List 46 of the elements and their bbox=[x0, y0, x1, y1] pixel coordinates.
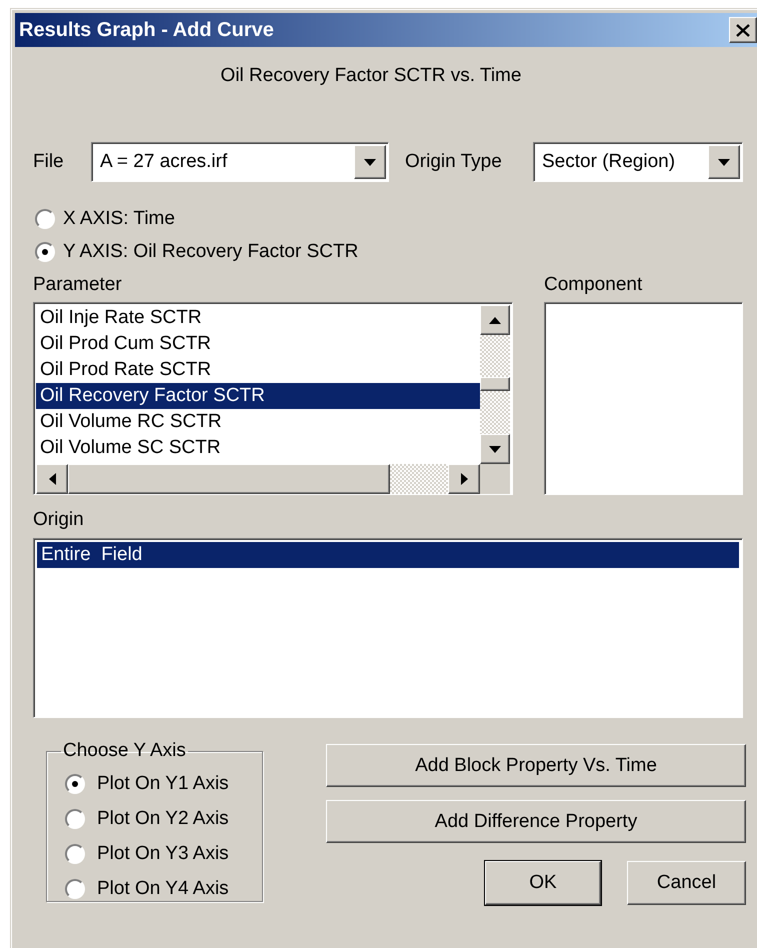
list-item[interactable]: Oil Volume RC SCTR bbox=[36, 409, 480, 435]
action-button[interactable]: Add Difference Property bbox=[326, 800, 746, 843]
scrollbar-corner bbox=[480, 464, 510, 494]
dropdown-button[interactable] bbox=[354, 145, 386, 179]
list-item[interactable]: Oil Inje Rate SCTR bbox=[36, 305, 480, 331]
y-axis-radio[interactable]: Plot On Y1 Axis bbox=[65, 766, 262, 801]
up-arrow-icon bbox=[489, 316, 501, 324]
origin-label: Origin bbox=[32, 509, 85, 531]
list-item[interactable]: Oil Prod Rate SCTR bbox=[36, 357, 480, 383]
caret-icon bbox=[364, 158, 376, 166]
right-arrow-icon bbox=[460, 473, 468, 485]
scroll-thumb[interactable] bbox=[68, 464, 390, 494]
ok-button[interactable]: OK bbox=[485, 861, 601, 905]
scroll-right-button[interactable] bbox=[448, 464, 480, 494]
axis-radio[interactable]: X AXIS: Time bbox=[35, 202, 757, 235]
caret-icon bbox=[718, 158, 730, 166]
close-button[interactable] bbox=[729, 17, 757, 43]
scroll-thumb[interactable] bbox=[480, 377, 510, 391]
component-label: Component bbox=[544, 274, 644, 296]
window-title: Results Graph - Add Curve bbox=[19, 18, 274, 42]
dropdown-value: Sector (Region) bbox=[542, 151, 676, 173]
down-arrow-icon bbox=[489, 446, 501, 452]
scroll-left-button[interactable] bbox=[36, 464, 68, 494]
origin-type-label: Origin Type bbox=[405, 151, 503, 173]
axis-radio[interactable]: Y AXIS: Oil Recovery Factor SCTR bbox=[35, 235, 757, 268]
cancel-button[interactable]: Cancel bbox=[627, 861, 746, 905]
group-title: Choose Y Axis bbox=[62, 740, 187, 762]
file-label: File bbox=[33, 151, 65, 173]
y-axis-radio[interactable]: Plot On Y2 Axis bbox=[65, 801, 262, 836]
list-item[interactable]: Entire Field bbox=[37, 542, 739, 568]
parameter-label: Parameter bbox=[33, 274, 123, 296]
dropdown-value: A = 27 acres.irf bbox=[100, 151, 228, 173]
close-icon bbox=[736, 24, 750, 36]
origin-type-dropdown[interactable]: Sector (Region) bbox=[533, 142, 743, 182]
list-item[interactable]: Oil Volume SC SCTR bbox=[36, 435, 480, 461]
graph-subtitle: Oil Recovery Factor SCTR vs. Time bbox=[220, 65, 522, 87]
dropdown-button[interactable] bbox=[708, 145, 740, 179]
file-dropdown[interactable]: A = 27 acres.irf bbox=[91, 142, 389, 182]
y-axis-radio[interactable]: Plot On Y3 Axis bbox=[65, 836, 262, 871]
action-button[interactable]: Add Block Property Vs. Time bbox=[326, 744, 746, 787]
list-item[interactable]: Oil Recovery Factor SCTR bbox=[36, 383, 480, 409]
scroll-up-button[interactable] bbox=[480, 305, 510, 335]
scroll-down-button[interactable] bbox=[480, 434, 510, 464]
left-arrow-icon bbox=[48, 473, 56, 485]
list-item[interactable]: Oil Prod Cum SCTR bbox=[36, 331, 480, 357]
y-axis-radio[interactable]: Plot On Y4 Axis bbox=[65, 871, 262, 906]
